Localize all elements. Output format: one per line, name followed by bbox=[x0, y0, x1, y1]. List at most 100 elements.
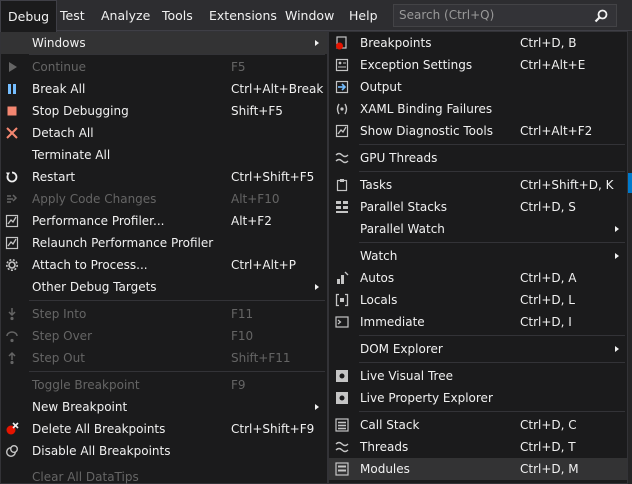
exception-settings-icon bbox=[335, 58, 349, 72]
submenu-item-live-property-explorer[interactable]: Live Property Explorer bbox=[329, 387, 627, 409]
menu-item-new-breakpoint[interactable]: New Breakpoint bbox=[1, 396, 327, 418]
menu-item-restart[interactable]: Restart Ctrl+Shift+F5 bbox=[1, 166, 327, 188]
menu-item-label: Stop Debugging bbox=[32, 104, 129, 118]
menu-item-label: Live Property Explorer bbox=[360, 391, 493, 405]
submenu-item-modules[interactable]: Modules Ctrl+D, M bbox=[329, 458, 627, 480]
continue-icon bbox=[9, 62, 17, 72]
submenu-item-show-diagnostic-tools[interactable]: Show Diagnostic Tools Ctrl+Alt+F2 bbox=[329, 120, 627, 142]
submenu-item-threads[interactable]: Threads Ctrl+D, T bbox=[329, 436, 627, 458]
menu-item-windows[interactable]: Windows bbox=[1, 32, 327, 54]
menu-item-shortcut: Ctrl+Alt+F2 bbox=[520, 124, 593, 138]
menu-item-shortcut: Ctrl+Alt+Break bbox=[231, 82, 324, 96]
menu-extensions[interactable]: Extensions bbox=[202, 0, 284, 31]
menu-item-shortcut: Ctrl+Alt+E bbox=[520, 58, 586, 72]
menu-item-label: Immediate bbox=[360, 315, 425, 329]
menu-item-label: Toggle Breakpoint bbox=[32, 378, 140, 392]
submenu-item-autos[interactable]: Autos Ctrl+D, A bbox=[329, 267, 627, 289]
menu-item-break-all[interactable]: Break All Ctrl+Alt+Break bbox=[1, 78, 327, 100]
menu-item-label: Call Stack bbox=[360, 418, 420, 432]
submenu-item-parallel-stacks[interactable]: Parallel Stacks Ctrl+D, S bbox=[329, 196, 627, 218]
menu-item-delete-all-breakpoints[interactable]: Delete All Breakpoints Ctrl+Shift+F9 bbox=[1, 418, 327, 440]
menu-item-shortcut: Ctrl+Shift+F9 bbox=[231, 422, 315, 436]
menu-item-stop-debugging[interactable]: Stop Debugging Shift+F5 bbox=[1, 100, 327, 122]
menu-item-other-debug-targets[interactable]: Other Debug Targets bbox=[1, 276, 327, 298]
menu-item-step-over[interactable]: Step Over F10 bbox=[1, 325, 327, 347]
search-icon[interactable] bbox=[594, 9, 608, 23]
menu-item-attach-to-process[interactable]: Attach to Process... Ctrl+Alt+P bbox=[1, 254, 327, 276]
submenu-item-watch[interactable]: Watch bbox=[329, 245, 627, 267]
menu-item-performance-profiler[interactable]: Performance Profiler... Alt+F2 bbox=[1, 210, 327, 232]
menu-item-shortcut: Alt+F2 bbox=[231, 214, 272, 228]
menu-help[interactable]: Help bbox=[342, 0, 385, 31]
submenu-item-call-stack[interactable]: Call Stack Ctrl+D, C bbox=[329, 414, 627, 436]
menu-item-label: Threads bbox=[360, 440, 409, 454]
step-out-icon bbox=[8, 351, 16, 365]
submenu-item-xaml-binding-failures[interactable]: XAML Binding Failures bbox=[329, 98, 627, 120]
menu-item-label: New Breakpoint bbox=[32, 400, 128, 414]
menu-item-label: Parallel Watch bbox=[360, 222, 445, 236]
submenu-item-output[interactable]: Output bbox=[329, 76, 627, 98]
gpu-threads-icon bbox=[335, 152, 349, 164]
menu-bar: Debug Test Analyze Tools Extensions Wind… bbox=[0, 0, 632, 32]
menu-analyze[interactable]: Analyze bbox=[94, 0, 157, 31]
menu-item-shortcut: Alt+F10 bbox=[231, 192, 280, 206]
menu-item-label: Modules bbox=[360, 462, 410, 476]
menu-debug[interactable]: Debug bbox=[0, 0, 58, 32]
menu-item-label: Watch bbox=[360, 249, 398, 263]
submenu-item-dom-explorer[interactable]: DOM Explorer bbox=[329, 338, 627, 360]
menu-item-shortcut: Ctrl+D, C bbox=[520, 418, 577, 432]
menu-item-label: Clear All DataTips bbox=[32, 470, 139, 484]
menu-window[interactable]: Window bbox=[278, 0, 341, 31]
menu-item-shortcut: Ctrl+Alt+P bbox=[231, 258, 296, 272]
separator bbox=[359, 242, 625, 243]
submenu-item-immediate[interactable]: Immediate Ctrl+D, I bbox=[329, 311, 627, 333]
menu-test[interactable]: Test bbox=[53, 0, 92, 31]
separator bbox=[359, 362, 625, 363]
menu-item-label: Output bbox=[360, 80, 402, 94]
search-box[interactable]: Search (Ctrl+Q) bbox=[393, 4, 617, 27]
menu-item-label: Breakpoints bbox=[360, 36, 432, 50]
menu-item-terminate-all[interactable]: Terminate All bbox=[1, 144, 327, 166]
menu-item-step-into[interactable]: Step Into F11 bbox=[1, 303, 327, 325]
menu-item-detach-all[interactable]: Detach All bbox=[1, 122, 327, 144]
autos-icon bbox=[337, 271, 349, 284]
submenu-item-breakpoints[interactable]: Breakpoints Ctrl+D, B bbox=[329, 32, 627, 54]
close-icon bbox=[6, 127, 18, 139]
submenu-arrow-icon bbox=[315, 284, 319, 290]
menu-item-label: Break All bbox=[32, 82, 86, 96]
menu-item-relaunch-profiler[interactable]: Relaunch Performance Profiler bbox=[1, 232, 327, 254]
modules-icon bbox=[335, 462, 349, 476]
menu-item-label: XAML Binding Failures bbox=[360, 102, 493, 116]
menu-item-disable-all-breakpoints[interactable]: Disable All Breakpoints bbox=[1, 440, 327, 462]
menu-item-shortcut: Ctrl+D, S bbox=[520, 200, 576, 214]
diagnostic-tools-icon bbox=[335, 124, 349, 138]
submenu-item-gpu-threads[interactable]: GPU Threads bbox=[329, 147, 627, 169]
menu-item-label: Delete All Breakpoints bbox=[32, 422, 166, 436]
menu-item-label: Detach All bbox=[32, 126, 94, 140]
menu-item-shortcut: Ctrl+D, L bbox=[520, 293, 575, 307]
submenu-item-tasks[interactable]: Tasks Ctrl+Shift+D, K bbox=[329, 174, 627, 196]
menu-item-shortcut: Ctrl+D, B bbox=[520, 36, 577, 50]
menu-item-shortcut: Ctrl+D, A bbox=[520, 271, 577, 285]
menu-item-label: Live Visual Tree bbox=[360, 369, 453, 383]
menu-item-label: Relaunch Performance Profiler bbox=[32, 236, 214, 250]
menu-item-shortcut: F9 bbox=[231, 378, 246, 392]
menu-item-shortcut: Ctrl+Shift+D, K bbox=[520, 178, 614, 192]
menu-tools[interactable]: Tools bbox=[155, 0, 200, 31]
menu-item-step-out[interactable]: Step Out Shift+F11 bbox=[1, 347, 327, 369]
delete-breakpoints-icon bbox=[6, 422, 19, 435]
submenu-item-parallel-watch[interactable]: Parallel Watch bbox=[329, 218, 627, 240]
submenu-item-exception-settings[interactable]: Exception Settings Ctrl+Alt+E bbox=[329, 54, 627, 76]
submenu-item-locals[interactable]: Locals Ctrl+D, L bbox=[329, 289, 627, 311]
menu-item-apply-code-changes[interactable]: Apply Code Changes Alt+F10 bbox=[1, 188, 327, 210]
menu-item-label: Autos bbox=[360, 271, 395, 285]
menu-item-clear-all-datatips[interactable]: Clear All DataTips bbox=[1, 466, 327, 484]
menu-item-toggle-breakpoint[interactable]: Toggle Breakpoint F9 bbox=[1, 374, 327, 396]
call-stack-icon bbox=[335, 418, 349, 432]
menu-item-label: Tasks bbox=[360, 178, 393, 192]
menu-item-shortcut: F11 bbox=[231, 307, 254, 321]
separator bbox=[359, 335, 625, 336]
submenu-item-live-visual-tree[interactable]: Live Visual Tree bbox=[329, 365, 627, 387]
xaml-binding-icon bbox=[336, 103, 348, 115]
menu-item-continue[interactable]: Continue F5 bbox=[1, 56, 327, 78]
